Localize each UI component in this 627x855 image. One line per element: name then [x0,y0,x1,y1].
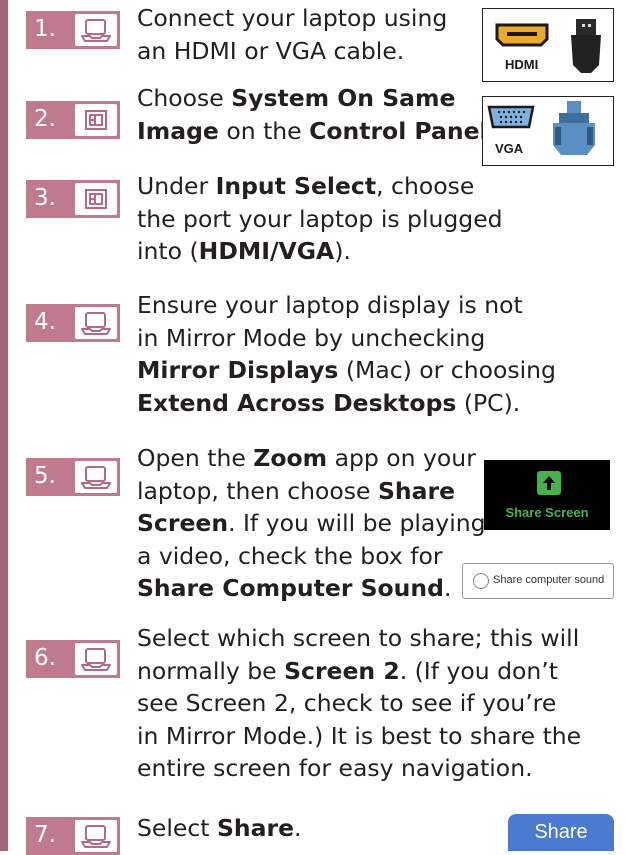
step-badge: 4. [26,304,120,342]
side-accent-bar [0,0,8,851]
step-text: Open the Zoom app on your laptop, then c… [137,442,486,605]
text-line: Connect your laptop using [137,4,448,32]
zoom-share-screen-graphic: Share Screen [484,460,610,530]
step-text: Select Share. [137,812,302,845]
text-line: Choose System On Same [137,84,456,112]
text-line: a video, check the box for [137,541,443,570]
control-panel-icon [75,104,117,136]
step-text: Ensure your laptop display is not in Mir… [137,289,556,419]
text-line: an HDMI or VGA cable. [137,36,405,65]
step-text: Connect your laptop using an HDMI or VGA… [137,2,447,67]
step-text: Choose System On Same Image on the Contr… [137,82,495,147]
text-line: Ensure your laptop display is not [137,291,523,319]
step-number: 4. [34,309,56,335]
text-line: into (HDMI/VGA). [137,237,351,265]
step-number: 1. [34,16,56,42]
hdmi-connector-image: HDMI [482,8,614,82]
text-line: Under Input Select, choose [137,172,475,200]
text-line: the port your laptop is plugged [137,204,503,233]
share-button[interactable]: Share [508,814,614,851]
step-badge: 3. [26,180,120,218]
text-line: normally be Screen 2. (If you don’t [137,656,558,685]
step-badge: 6. [26,640,120,678]
step-badge: 1. [26,11,120,49]
step-number: 6. [34,645,56,671]
control-panel-icon [75,183,117,215]
share-computer-sound-label: Share computer sound [493,574,605,586]
vga-label: VGA [495,141,524,156]
share-screen-label: Share Screen [505,505,589,520]
hdmi-label: HDMI [505,57,539,72]
text-line: in Mirror Mode.) It is best to share the [137,721,582,750]
text-line: Extend Across Desktops (PC). [137,388,521,417]
step-number: 2. [34,106,56,132]
vga-connector-image: VGA [482,96,614,166]
laptop-icon [75,14,117,46]
text-line: entire screen for easy navigation. [137,754,533,782]
laptop-icon [75,643,117,675]
text-line: Image on the Control Panel. [137,116,495,145]
laptop-icon [75,307,117,339]
text-line: Mirror Displays (Mac) or choosing [137,356,556,384]
step-badge: 2. [26,101,120,139]
step-badge: 7. [26,817,120,855]
text-line: Share Computer Sound. [137,574,452,602]
step-number: 5. [34,463,56,489]
text-line: laptop, then choose Share [137,476,456,505]
step-text: Select which screen to share; this will … [137,622,581,785]
step-number: 7. [34,822,56,848]
step-text: Under Input Select, choose the port your… [137,170,503,268]
laptop-icon [75,820,117,852]
text-line: Open the Zoom app on your [137,444,476,472]
checkbox-icon [473,573,489,589]
text-line: Select which screen to share; this will [137,624,580,652]
text-line: Screen. If you will be playing [137,509,486,537]
step-number: 3. [34,185,56,211]
text-line: Select Share. [137,814,302,842]
laptop-icon [75,461,117,493]
share-up-arrow-icon [537,471,561,495]
step-badge: 5. [26,458,120,496]
share-computer-sound-checkbox-graphic: Share computer sound [462,563,614,599]
text-line: see Screen 2, check to see if you’re [137,689,557,717]
text-line: in Mirror Mode by unchecking [137,323,486,352]
